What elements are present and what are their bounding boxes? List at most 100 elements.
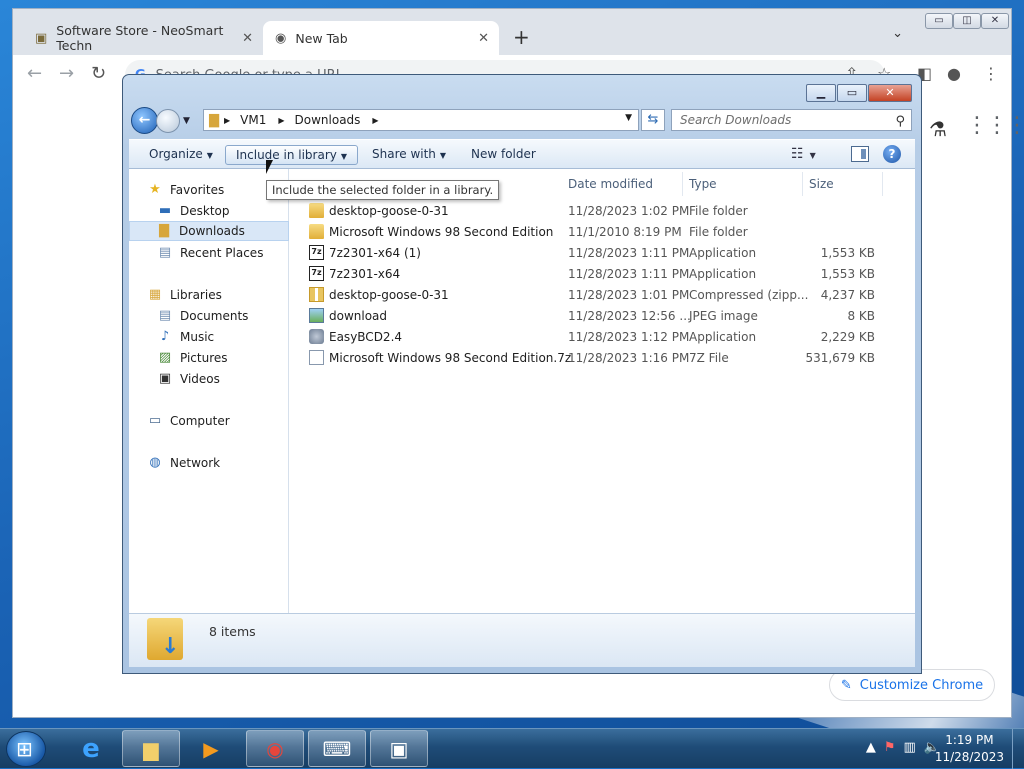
address-dropdown-icon[interactable]: ▼ (625, 113, 632, 123)
breadcrumb-vm1[interactable]: VM1 (240, 113, 266, 127)
back-arrow-icon[interactable]: ← (27, 63, 42, 84)
close-tab-icon[interactable]: ✕ (242, 31, 253, 46)
column-size[interactable]: Size (803, 172, 883, 196)
easybcd-taskbar-button[interactable]: ▣ (370, 730, 428, 767)
search-input[interactable]: Search Downloads ⚲ (671, 109, 912, 131)
network-status-icon[interactable]: ▥ (904, 740, 916, 755)
file-row[interactable]: download 11/28/2023 12:56 ... JPEG image 8 … (303, 306, 903, 327)
file-row[interactable]: 7z 7z2301-x64 (1) 11/28/2023 1:11 PM Applic… (303, 243, 903, 264)
nav-libraries[interactable]: ▦ Libraries (147, 285, 307, 305)
action-center-flag-icon[interactable]: ⚑ (884, 740, 896, 755)
desktop-icon: ▬ (158, 203, 172, 218)
file-row[interactable]: Microsoft Windows 98 Second Edition.7z 11… (303, 348, 903, 369)
videos-icon: ▣ (158, 371, 172, 386)
back-button[interactable]: ← (131, 107, 158, 134)
address-bar[interactable]: ▇ ▶ VM1 ▶ Downloads ▶ ▼ (203, 109, 639, 131)
show-hidden-icons-icon[interactable]: ▲ (866, 740, 876, 755)
chrome-minimize-button[interactable]: ▭ (925, 13, 953, 29)
column-type[interactable]: Type (683, 172, 803, 196)
file-row[interactable]: desktop-goose-0-31 11/28/2023 1:01 PM Comp… (303, 285, 903, 306)
file-row[interactable]: Microsoft Windows 98 Second Edition 11/1/… (303, 222, 903, 243)
recent-places-icon: ▤ (158, 245, 172, 260)
customize-label: Customize Chrome (859, 677, 984, 693)
nav-label: Computer (170, 414, 230, 428)
nav-desktop[interactable]: ▬ Desktop (157, 201, 287, 221)
file-size: 1,553 KB (820, 246, 875, 260)
file-list: Date modified Type Size desktop-goose-0-… (289, 169, 915, 613)
file-row[interactable]: 7z 7z2301-x64 11/28/2023 1:11 PM Applicatio… (303, 264, 903, 285)
close-tab-icon[interactable]: ✕ (478, 31, 489, 46)
new-folder-button[interactable]: New folder (461, 145, 546, 165)
breadcrumb-arrow-icon[interactable]: ▶ (372, 116, 378, 125)
tab-search-chevron-icon[interactable]: ⌄ (892, 26, 903, 41)
libraries-icon: ▦ (148, 287, 162, 302)
nav-label: Downloads (179, 224, 245, 238)
show-desktop-button[interactable] (1012, 729, 1024, 769)
nav-videos[interactable]: ▣ Videos (157, 369, 287, 389)
maximize-button[interactable]: ▭ (837, 84, 867, 102)
preview-pane-button[interactable] (851, 146, 869, 162)
nav-downloads[interactable]: ▇ Downloads (129, 221, 289, 241)
nav-label: Pictures (180, 351, 228, 365)
nav-label: Recent Places (180, 246, 264, 260)
forward-button[interactable] (156, 108, 180, 133)
nav-pictures[interactable]: ▨ Pictures (157, 348, 287, 368)
chrome-maximize-button[interactable]: ◫ (953, 13, 981, 29)
explorer-window: ▁ ▭ ✕ ← ▼ ▇ ▶ VM1 ▶ Downloads ▶ ▼ ⇆ Sear… (122, 74, 922, 674)
music-icon: ♪ (160, 329, 170, 344)
nav-computer[interactable]: ▭ Computer (147, 411, 307, 431)
help-icon[interactable]: ? (883, 145, 901, 163)
labs-flask-icon[interactable]: ⚗ (929, 117, 947, 141)
profile-avatar-icon[interactable]: ● (947, 64, 961, 83)
organize-label: Organize (149, 147, 203, 161)
share-with-label: Share with (372, 147, 436, 161)
nav-music[interactable]: ♪ Music (157, 327, 287, 347)
column-date-modified[interactable]: Date modified (562, 172, 683, 196)
file-date: 11/28/2023 1:11 PM (568, 267, 690, 281)
start-button[interactable] (6, 731, 46, 767)
file-type: File folder (689, 204, 748, 218)
change-view-button[interactable]: ☷ ▼ (791, 146, 816, 162)
forward-arrow-icon[interactable]: → (59, 63, 74, 84)
breadcrumb-downloads[interactable]: Downloads (295, 113, 361, 127)
file-name: EasyBCD2.4 (329, 330, 403, 344)
organize-button[interactable]: Organize ▼ (139, 145, 223, 165)
chrome-icon: ◉ (266, 736, 284, 761)
internet-explorer-icon[interactable]: e (62, 730, 120, 767)
google-apps-icon[interactable]: ⋮⋮⋮ (966, 113, 1024, 138)
system-clock[interactable]: 1:19 PM 11/28/2023 (935, 732, 1004, 766)
breadcrumb-arrow-icon[interactable]: ▶ (278, 116, 284, 125)
file-date: 11/28/2023 1:12 PM (568, 330, 690, 344)
jpg-icon (309, 308, 324, 323)
chrome-taskbar-button[interactable]: ◉ (246, 730, 304, 767)
search-icon[interactable]: ⚲ (895, 112, 905, 132)
minimize-button[interactable]: ▁ (806, 84, 836, 102)
folder-icon: ▇ (209, 112, 219, 128)
chrome-close-button[interactable]: ✕ (981, 13, 1009, 29)
nav-network[interactable]: ◍ Network (147, 453, 307, 473)
nav-recent-places[interactable]: ▤ Recent Places (157, 243, 287, 263)
file-type: JPEG image (689, 309, 758, 323)
tab-software-store[interactable]: ▣ Software Store - NeoSmart Techn ✕ (23, 21, 263, 55)
file-name: desktop-goose-0-31 (329, 204, 449, 218)
file-row[interactable]: EasyBCD2.4 11/28/2023 1:12 PM Application 2… (303, 327, 903, 348)
media-player-icon[interactable]: ▶ (182, 730, 240, 767)
nav-documents[interactable]: ▤ Documents (157, 306, 287, 326)
share-with-button[interactable]: Share with ▼ (362, 145, 456, 165)
easybcd-icon: ▣ (389, 736, 409, 761)
tab-new-tab[interactable]: ◉ New Tab ✕ (263, 21, 499, 55)
keyboard-app-taskbar-button[interactable]: ⌨ (308, 730, 366, 767)
chrome-menu-icon[interactable]: ⋮ (983, 64, 999, 83)
nav-label: Libraries (170, 288, 222, 302)
file-row[interactable]: desktop-goose-0-31 11/28/2023 1:02 PM File… (303, 201, 903, 222)
recent-pages-chevron-icon[interactable]: ▼ (183, 116, 190, 126)
reload-icon[interactable]: ↻ (91, 63, 106, 84)
include-in-library-button[interactable]: Include in library ▼ (225, 145, 359, 165)
file-explorer-taskbar-button[interactable]: ▆ (122, 730, 180, 767)
breadcrumb-arrow-icon[interactable]: ▶ (224, 116, 230, 125)
file-type: File folder (689, 225, 748, 239)
new-folder-label: New folder (471, 147, 536, 161)
refresh-button[interactable]: ⇆ (641, 109, 665, 131)
close-button[interactable]: ✕ (868, 84, 912, 102)
new-tab-button[interactable]: + (513, 25, 530, 49)
